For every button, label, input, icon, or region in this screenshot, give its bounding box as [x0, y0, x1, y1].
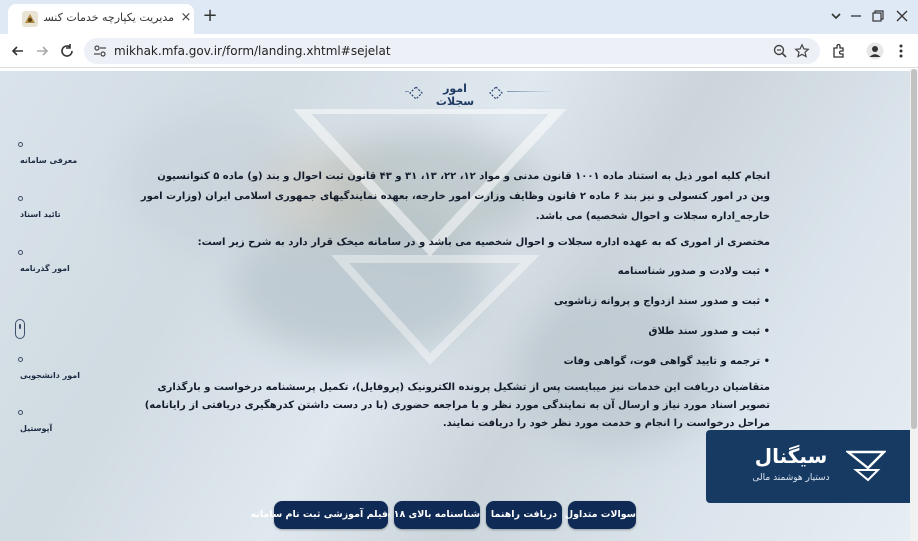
reload-button[interactable] [57, 41, 77, 61]
sidenav-dot [18, 142, 23, 147]
bullet-item: • ثبت ولادت و صدور شناسنامه [617, 266, 770, 277]
intro-paragraph: انجام کلیه امور ذیل به استناد ماده ۱۰۰۱ … [140, 171, 770, 222]
back-button[interactable] [8, 41, 28, 61]
bullet-item: • ثبت و صدور سند طلاق [648, 326, 771, 337]
minimize-button[interactable] [846, 6, 866, 26]
extensions-icon[interactable] [830, 42, 848, 60]
scroll-mouse-icon[interactable] [15, 319, 25, 339]
sidenav-dot [18, 196, 23, 201]
sidenav-item-students[interactable]: امور دانشجویی [14, 357, 84, 387]
tab-search-icon[interactable] [826, 6, 846, 26]
decoration-right-icon [489, 85, 503, 100]
signal-logo-icon [844, 448, 887, 482]
decoration-left-icon [409, 85, 423, 100]
scrollbar-thumb[interactable] [911, 69, 917, 429]
sidenav-label: امور گذرنامه [20, 264, 70, 273]
sidenav-dot [18, 357, 23, 362]
outro-paragraph: متقاضیان دریافت این خدمات نیز میبایست پس… [144, 382, 770, 429]
bullet-item: • ثبت و صدور سند ازدواج و پروانه زناشویی [553, 296, 770, 307]
section-title: امور سجلات [405, 79, 555, 108]
profile-avatar[interactable] [866, 42, 884, 60]
restore-button[interactable] [868, 6, 888, 26]
signal-subtitle: دستیار هوشمند مالی [752, 473, 830, 483]
lead-paragraph: مختصری از اموری که به عهده اداره سجلات و… [197, 237, 770, 248]
signal-assistant-widget[interactable]: سیگنال دستیار هوشمند مالی [706, 430, 918, 503]
sidenav-dot [18, 410, 23, 415]
section-title-text: امور سجلات [435, 82, 475, 108]
forward-button[interactable] [32, 41, 52, 61]
site-favicon-icon [22, 11, 38, 27]
tab-close-icon[interactable]: × [178, 10, 194, 26]
header-divider [0, 69, 918, 71]
sidenav-label: آپوستیل [20, 424, 53, 433]
sidenav-label: معرفی سامانه [20, 156, 78, 165]
menu-kebab-icon[interactable] [892, 42, 910, 60]
sidenav-item-apostille[interactable]: آپوستیل [14, 410, 84, 440]
page-viewport: امور سجلات معرفی سامانه تائید اسناد امور… [0, 69, 918, 541]
sidenav-label: تائید اسناد [20, 210, 61, 219]
bookmark-star-icon[interactable] [794, 43, 810, 59]
zoom-icon[interactable] [772, 43, 788, 59]
id-over18-button[interactable]: شناسنامه بالای ۱۸ سال [369, 501, 480, 529]
address-bar[interactable]: mikhak.mfa.gov.ir/form/landing.xhtml#sej… [84, 38, 820, 64]
main-content: انجام کلیه امور ذیل به استناد ماده ۱۰۰۱ … [140, 167, 770, 433]
tab-title: مدیریت یکپارچه خدمات کنسولی [44, 11, 174, 24]
close-window-button[interactable] [892, 6, 912, 26]
tutorial-video-button[interactable]: فیلم آموزشی ثبت نام سامانه [251, 501, 388, 529]
site-info-icon[interactable] [92, 43, 108, 59]
guide-download-button[interactable]: دریافت راهنما [486, 501, 562, 529]
tab-strip: مدیریت یکپارچه خدمات کنسولی × + [0, 0, 918, 34]
sidenav-item-passport[interactable]: امور گذرنامه [14, 250, 84, 280]
sidenav-item-document-approval[interactable]: تائید اسناد [14, 196, 84, 226]
browser-tab[interactable]: مدیریت یکپارچه خدمات کنسولی × [8, 4, 194, 34]
new-tab-button[interactable]: + [200, 6, 220, 26]
url-text[interactable]: mikhak.mfa.gov.ir/form/landing.xhtml#sej… [114, 44, 391, 58]
sidenav-label: امور دانشجویی [20, 371, 80, 380]
sidenav-dot [18, 250, 23, 255]
bullet-item: • ترجمه و تایید گواهی فوت، گواهی وفات [563, 356, 770, 367]
browser-toolbar: mikhak.mfa.gov.ir/form/landing.xhtml#sej… [0, 34, 918, 68]
signal-title: سیگنال [754, 444, 828, 468]
page-scrollbar[interactable] [910, 69, 918, 541]
faq-button[interactable]: سوالات متداول [565, 501, 636, 529]
sidenav-item-intro[interactable]: معرفی سامانه [14, 142, 84, 172]
